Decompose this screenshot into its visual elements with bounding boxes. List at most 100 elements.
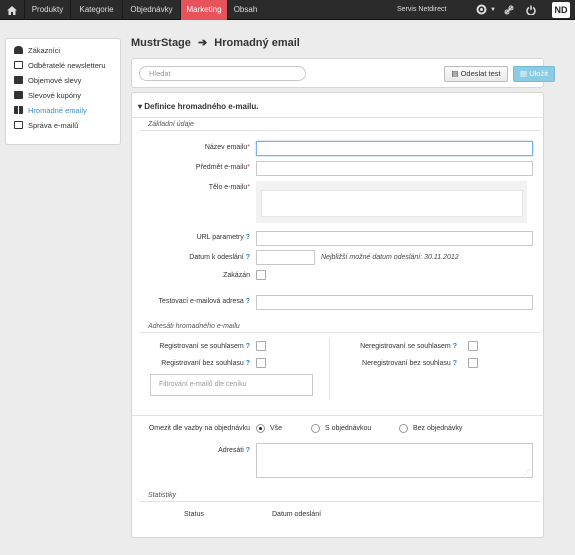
unreg-consent-label: Neregistrovaní se souhlasem ? bbox=[360, 343, 457, 350]
divider bbox=[329, 338, 330, 400]
save-label: Uložit bbox=[529, 69, 548, 78]
nav-produkty[interactable]: Produkty bbox=[24, 0, 70, 20]
sidebar-item-objemove-slevy[interactable]: Objemové slevy bbox=[14, 74, 81, 86]
search-input[interactable]: Hledat bbox=[139, 66, 306, 81]
sidebar-item-label: Slevové kupóny bbox=[28, 90, 81, 100]
help-icon[interactable]: ? bbox=[246, 447, 250, 454]
help-icon[interactable]: ? bbox=[246, 254, 250, 261]
name-field[interactable] bbox=[256, 141, 533, 156]
test-address-field[interactable] bbox=[256, 295, 533, 310]
power-icon[interactable] bbox=[526, 0, 536, 20]
pricelist-filter-input[interactable]: Filtrování e-mailů dle ceníku bbox=[150, 374, 313, 396]
sidebar-item-label: Zákazníci bbox=[28, 45, 61, 55]
subject-label: Předmět e-mailu* bbox=[195, 164, 250, 171]
arrow-right-icon: ➔ bbox=[197, 37, 208, 49]
legend-stats: Statistiky bbox=[148, 492, 177, 499]
body-label: Tělo e-mailu* bbox=[208, 184, 250, 191]
help-icon[interactable]: ? bbox=[246, 298, 250, 305]
order-filter-label: Omezit dle vazby na objednávku bbox=[148, 425, 250, 432]
reg-noconsent-label: Registrovaní bez souhlasu ? bbox=[161, 360, 250, 367]
folder-icon bbox=[14, 76, 23, 84]
sidebar-item-newsletter[interactable]: Odběratelé newsletteru bbox=[14, 59, 106, 71]
radio-without-order[interactable] bbox=[399, 424, 408, 433]
form-heading-text: Definice hromadného e-mailu. bbox=[144, 102, 259, 111]
stats-date-header: Datum odeslání bbox=[272, 511, 322, 518]
divider bbox=[132, 117, 543, 118]
sidebar-item-label: Správa e-mailů bbox=[28, 120, 79, 130]
body-editor-area[interactable] bbox=[261, 190, 523, 217]
date-note: Nejbližší možné datum odeslání: 30.11.20… bbox=[321, 254, 459, 261]
help-icon[interactable]: ? bbox=[453, 343, 457, 350]
stats-status-header: Status bbox=[184, 511, 204, 518]
sidebar-item-label: Objemové slevy bbox=[28, 75, 82, 85]
radio-with-order[interactable] bbox=[311, 424, 320, 433]
radio-without-order-label: Bez objednávky bbox=[413, 425, 463, 432]
resize-handle-icon[interactable]: ⋰ bbox=[524, 469, 530, 476]
disabled-label: Zakázán bbox=[223, 272, 250, 279]
test-address-label: Testovací e-mailová adresa ? bbox=[158, 298, 250, 305]
nav-obsah[interactable]: Obsah bbox=[227, 0, 263, 20]
recipients-textarea[interactable]: ⋰ bbox=[256, 443, 533, 478]
breadcrumb-root[interactable]: MustrStage bbox=[131, 37, 191, 49]
nav-objednavky[interactable]: Objednávky bbox=[122, 0, 180, 20]
radio-all[interactable] bbox=[256, 424, 265, 433]
legend-basic: Základní údaje bbox=[148, 121, 194, 128]
unreg-noconsent-checkbox[interactable] bbox=[468, 358, 478, 368]
divider bbox=[140, 501, 540, 502]
folder-icon bbox=[14, 91, 23, 99]
reg-noconsent-checkbox[interactable] bbox=[256, 358, 266, 368]
gear-icon[interactable] bbox=[476, 0, 487, 20]
user-name[interactable]: Servis Netdirect bbox=[397, 0, 446, 20]
sidebar-item-sprava-emailu[interactable]: Správa e-mailů bbox=[14, 119, 78, 131]
save-icon: ▤ bbox=[520, 69, 530, 78]
email-form-panel: ▾ Definice hromadného e-mailu. Základní … bbox=[131, 92, 544, 538]
sidebar-item-label: Odběratelé newsletteru bbox=[28, 60, 106, 70]
recipients-label: Adresáti ? bbox=[218, 447, 250, 454]
save-button[interactable]: ▤ Uložit bbox=[513, 66, 555, 82]
divider bbox=[140, 130, 540, 131]
nav-kategorie[interactable]: Kategorie bbox=[70, 0, 122, 20]
reg-consent-checkbox[interactable] bbox=[256, 341, 266, 351]
divider bbox=[140, 332, 540, 333]
sidebar-item-label: Hromadné emaily bbox=[28, 105, 87, 115]
help-icon[interactable]: ? bbox=[246, 234, 250, 241]
help-icon[interactable]: ? bbox=[246, 360, 250, 367]
body-editor[interactable] bbox=[256, 181, 527, 223]
name-label: Název emailu* bbox=[204, 144, 250, 151]
help-icon[interactable]: ? bbox=[246, 343, 250, 350]
sidebar-item-hromadne-emaily[interactable]: Hromadné emaily bbox=[14, 104, 87, 116]
date-label: Datum k odeslání ? bbox=[189, 254, 250, 261]
user-icon bbox=[14, 46, 23, 54]
disabled-checkbox[interactable] bbox=[256, 270, 266, 280]
sidebar: Zákazníci Odběratelé newsletteru Objemov… bbox=[5, 38, 121, 145]
date-field[interactable] bbox=[256, 250, 315, 265]
reg-consent-label: Registrovaní se souhlasem ? bbox=[159, 343, 250, 350]
document-icon: ▤ bbox=[451, 69, 461, 78]
url-field[interactable] bbox=[256, 231, 533, 246]
nav-marketing[interactable]: Marketing bbox=[180, 0, 227, 20]
help-icon[interactable]: ? bbox=[453, 360, 457, 367]
radio-with-order-label: S objednávkou bbox=[325, 425, 372, 432]
legend-recipients: Adresáti hromadného e-mailu bbox=[148, 323, 240, 330]
envelope-icon bbox=[14, 121, 23, 129]
logo[interactable]: ND bbox=[552, 2, 570, 18]
url-label: URL parametry ? bbox=[196, 234, 250, 241]
link-icon[interactable] bbox=[504, 0, 514, 20]
top-navbar: Produkty Kategorie Objednávky Marketing … bbox=[0, 0, 575, 20]
unreg-consent-checkbox[interactable] bbox=[468, 341, 478, 351]
sidebar-item-slevove-kupony[interactable]: Slevové kupóny bbox=[14, 89, 81, 101]
send-test-button[interactable]: ▤ Odeslat test bbox=[444, 66, 508, 82]
page-title: MustrStage ➔ Hromadný email bbox=[131, 36, 300, 49]
send-test-label: Odeslat test bbox=[460, 69, 501, 78]
envelope-icon bbox=[14, 61, 23, 69]
toolbar: Hledat ▤ Odeslat test ▤ Uložit bbox=[131, 58, 555, 88]
unreg-noconsent-label: Neregistrovaní bez souhlasu ? bbox=[362, 360, 457, 367]
form-heading[interactable]: ▾ Definice hromadného e-mailu. bbox=[138, 102, 259, 111]
sidebar-item-zakaznici[interactable]: Zákazníci bbox=[14, 44, 60, 56]
chevron-down-icon[interactable]: ▼ bbox=[490, 0, 496, 20]
subject-field[interactable] bbox=[256, 161, 533, 176]
page-title-text: Hromadný email bbox=[214, 37, 300, 49]
home-icon[interactable] bbox=[0, 0, 24, 20]
radio-all-label: Vše bbox=[270, 425, 283, 432]
grid-icon bbox=[14, 106, 23, 114]
